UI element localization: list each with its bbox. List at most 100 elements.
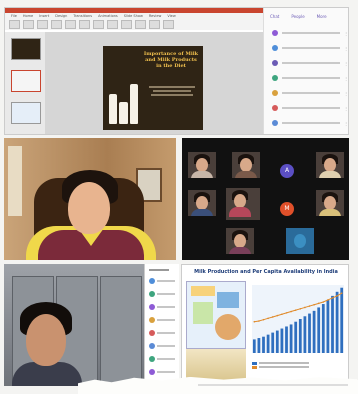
mic-icon[interactable]: ⋮ [344,106,348,111]
slide-thumbnails [5,32,45,134]
chart-point [285,312,288,314]
participant-row[interactable]: ⋮ [272,88,348,98]
slide-thumbnail[interactable] [11,70,41,92]
avatar [272,60,278,66]
slide-canvas: Importance of Milk and Milk Products in … [45,32,263,134]
tool-icon[interactable] [121,20,132,29]
ribbon-tab[interactable]: Review [149,14,162,18]
chart-point [294,309,297,311]
list-item[interactable] [149,304,175,310]
more-icon[interactable]: More [317,14,327,19]
chart-point [331,297,334,299]
slide-thumbnail[interactable] [11,102,41,124]
ribbon-tab[interactable]: Insert [39,14,49,18]
milk-production-slide: Milk Production and Per Capita Availabil… [181,264,349,386]
participant-video-tile[interactable] [226,228,254,254]
tool-icon[interactable] [93,20,104,29]
ribbon-tab[interactable]: Home [23,14,33,18]
list-item[interactable] [149,278,175,284]
avatar [149,330,155,336]
chart-point [271,316,274,318]
participant-row[interactable]: ⋮ [272,118,348,128]
participant-initial-avatar[interactable]: M [280,202,294,216]
participants-panel: Chat People More ⋮ ⋮ ⋮ ⋮ ⋮ ⋮ ⋮ [263,8,348,134]
tool-icon[interactable] [65,20,76,29]
tool-icon[interactable] [79,20,90,29]
tool-icon[interactable] [163,20,174,29]
people-tab[interactable]: People [291,14,304,19]
ribbon-tab[interactable]: Transitions [73,14,92,18]
mic-icon[interactable]: ⋮ [344,91,348,96]
avatar [149,317,155,323]
slide-title: Importance of Milk and Milk Products in … [143,51,199,69]
current-slide[interactable]: Importance of Milk and Milk Products in … [103,46,203,130]
tool-icon[interactable] [107,20,118,29]
participant-video-tile[interactable] [232,152,260,178]
participant-row[interactable]: ⋮ [272,73,348,83]
avatar [272,45,278,51]
list-item[interactable] [149,369,175,375]
list-header-line [149,269,169,271]
participant-video-tile[interactable] [188,190,216,216]
mic-icon[interactable]: ⋮ [344,121,348,126]
slide-thumbnail[interactable] [11,38,41,60]
milk-bottle-image [130,84,138,124]
tool-icon[interactable] [37,20,48,29]
tool-icon[interactable] [149,20,160,29]
ribbon-tab[interactable]: Design [55,14,67,18]
participant-row[interactable]: ⋮ [272,28,348,38]
mic-icon[interactable]: ⋮ [344,31,348,36]
ribbon-tabs: File Home Insert Design Transitions Anim… [11,14,176,18]
chart-bar [280,328,284,353]
chart-point [253,320,256,323]
chart-bar [275,330,279,353]
list-item[interactable] [149,330,175,336]
chart-point [276,314,279,317]
ppt-ribbon: File Home Insert Design Transitions Anim… [5,8,263,30]
wall-sign [8,146,22,216]
participant-video-tile[interactable] [226,188,260,220]
teacher-video-tile[interactable] [4,138,176,260]
tool-icon[interactable] [23,20,34,29]
chart-point [267,317,269,320]
chart-point [258,320,260,322]
chart-point [327,299,329,301]
tool-icon[interactable] [51,20,62,29]
tool-icon[interactable] [9,20,20,29]
chart-point [336,295,338,297]
avatar [272,120,278,126]
list-item[interactable] [149,291,175,297]
participant-initial-avatar[interactable]: A [280,164,294,178]
chart-bar [303,316,307,353]
mic-icon[interactable]: ⋮ [344,46,348,51]
meeting-participants-list [144,264,179,386]
list-item[interactable] [149,317,175,323]
ribbon-tab[interactable]: File [11,14,17,18]
ribbon-tab[interactable]: Animations [98,14,118,18]
chart-bar [271,332,275,353]
student-video-tile[interactable] [4,264,179,386]
participant-video-tile[interactable] [286,228,314,254]
chart-bar [321,304,325,353]
tool-icon[interactable] [135,20,146,29]
chat-tab[interactable]: Chat [270,14,279,19]
chart-bar [317,307,321,353]
participant-row[interactable]: ⋮ [272,103,348,113]
participant-video-tile[interactable] [316,190,344,216]
list-item[interactable] [149,356,175,362]
participant-row[interactable]: ⋮ [272,58,348,68]
avatar [272,90,278,96]
participant-row[interactable]: ⋮ [272,43,348,53]
mic-icon[interactable]: ⋮ [344,76,348,81]
chart-point [308,305,311,307]
ribbon-tab[interactable]: Slide Show [124,14,143,18]
chart-bar [285,326,288,353]
avatar [149,369,155,375]
milk-bottle-image [109,94,117,124]
ribbon-tab[interactable]: View [167,14,175,18]
participant-video-tile[interactable] [188,152,216,178]
chart-bar [331,295,334,353]
participant-video-tile[interactable] [316,152,344,178]
mic-icon[interactable]: ⋮ [344,61,348,66]
list-item[interactable] [149,343,175,349]
